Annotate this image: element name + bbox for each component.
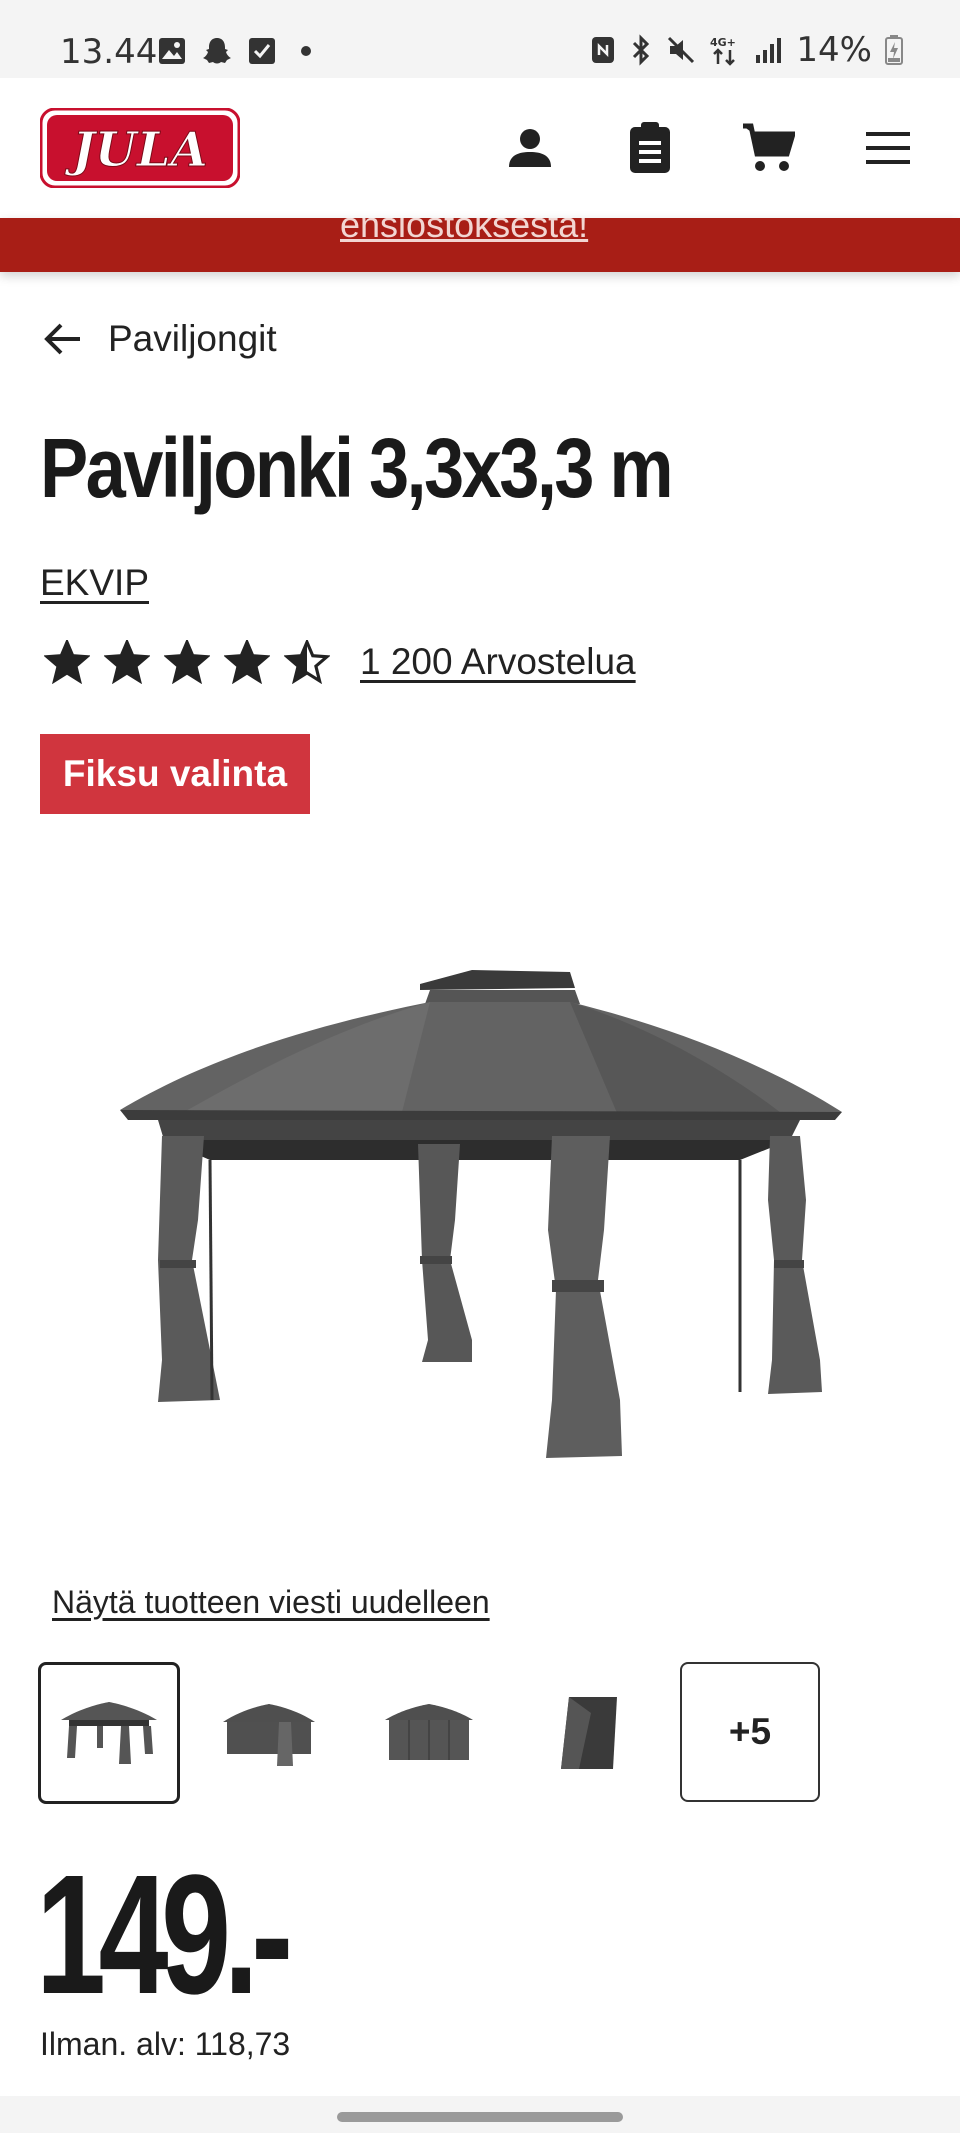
smart-choice-badge: Fiksu valinta (40, 734, 310, 814)
shopping-list-button[interactable] (620, 118, 680, 178)
battery-percentage: 14% (796, 30, 872, 70)
product-rating[interactable]: 1 200 Arvostelua (44, 640, 636, 684)
thumbnail-3[interactable] (358, 1662, 500, 1804)
more-images-button[interactable]: +5 (680, 1662, 820, 1802)
thumbnail-curtain-image (561, 1697, 617, 1769)
status-bar: 13.44 4G+ 14% (0, 0, 960, 78)
signal-icon (756, 38, 782, 63)
battery-icon (885, 35, 903, 65)
mute-icon (668, 36, 695, 64)
status-left-icons (158, 36, 320, 66)
breadcrumb-label[interactable]: Paviljongit (108, 318, 277, 360)
cart-button[interactable] (738, 118, 798, 178)
clipboard-icon (630, 122, 670, 173)
logo-text: JULA (64, 122, 208, 178)
star-full-icon (224, 640, 270, 684)
snapchat-icon (203, 38, 231, 64)
network-label: 4G+ (710, 36, 736, 49)
arrow-left-icon[interactable] (44, 322, 82, 356)
home-gesture-handle[interactable] (337, 2112, 623, 2122)
status-right-icons: 4G+ 14% (590, 30, 904, 70)
thumbnail-1[interactable] (38, 1662, 180, 1804)
product-price: 149.- (36, 1840, 293, 2030)
thumbnail-4[interactable] (518, 1662, 660, 1804)
product-image[interactable] (100, 960, 860, 1520)
thumbnail-gazebo-curtains-image (223, 1704, 315, 1766)
star-half-icon (284, 640, 330, 684)
thumbnail-gazebo-image (61, 1702, 157, 1764)
reviews-link[interactable]: 1 200 Arvostelua (360, 641, 636, 683)
star-full-icon (104, 640, 150, 684)
bluetooth-icon (633, 34, 650, 66)
system-navigation-bar (0, 2096, 960, 2133)
breadcrumb[interactable]: Paviljongit (44, 318, 277, 360)
gazebo-image (120, 970, 842, 1458)
network-icon: 4G+ (710, 36, 736, 66)
promo-banner[interactable]: ensiostoksesta! (0, 218, 960, 272)
nfc-icon (592, 37, 615, 63)
user-icon (509, 129, 551, 167)
checkbox-icon (249, 38, 275, 64)
dot-icon (301, 46, 311, 56)
rating-stars (44, 640, 330, 684)
star-full-icon (164, 640, 210, 684)
status-time: 13.44 (60, 32, 158, 72)
product-title: Paviljonki 3,3x3,3 m (40, 421, 674, 515)
show-product-message-link[interactable]: Näytä tuotteen viesti uudelleen (52, 1584, 490, 1621)
price-excluding-vat: Ilman. alv: 118,73 (40, 2026, 291, 2062)
menu-icon (866, 132, 910, 164)
promo-link[interactable]: ensiostoksesta! (340, 218, 588, 246)
account-button[interactable] (500, 118, 560, 178)
cart-icon (743, 123, 795, 171)
site-header: JULA (0, 78, 960, 220)
star-full-icon (44, 640, 90, 684)
gallery-icon (159, 38, 185, 64)
thumbnail-gazebo-closed-image (385, 1704, 473, 1760)
product-brand-link[interactable]: EKVIP (40, 562, 149, 604)
jula-logo[interactable]: JULA (39, 107, 241, 189)
menu-button[interactable] (858, 118, 918, 178)
thumbnail-2[interactable] (198, 1662, 340, 1804)
